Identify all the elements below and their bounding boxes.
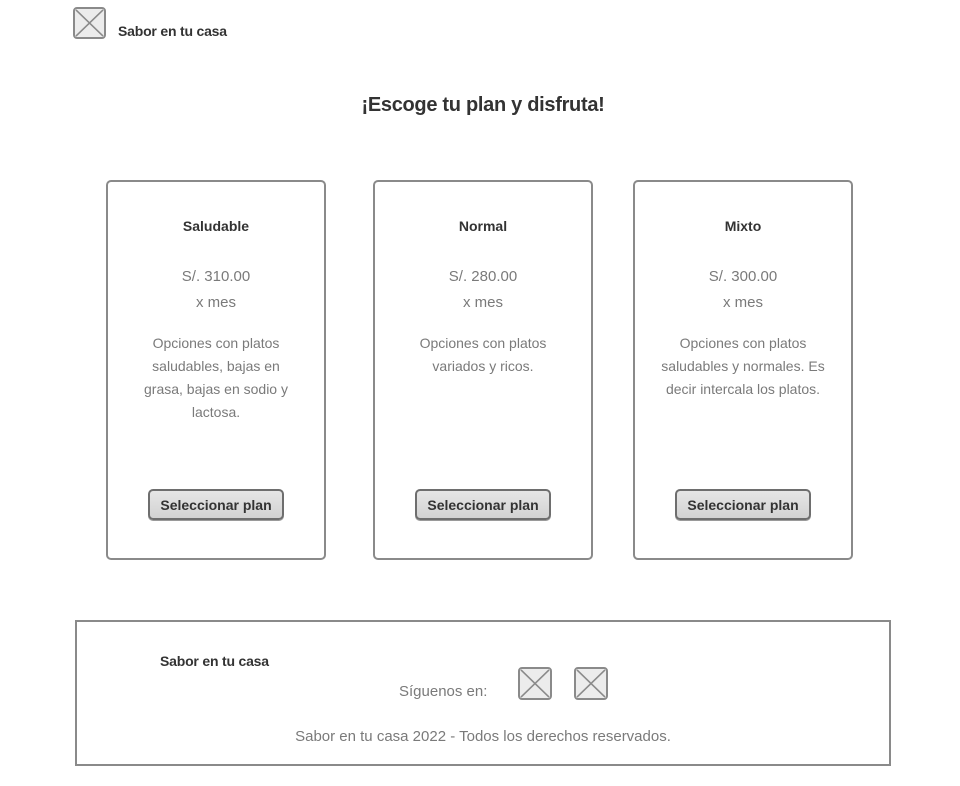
plan-period: x mes xyxy=(195,294,236,311)
footer-brand: Sabor en tu casa xyxy=(160,653,269,669)
plan-price: S/. 280.00 xyxy=(448,268,518,285)
follow-label: Síguenos en: xyxy=(399,683,488,700)
logo-image-placeholder-icon xyxy=(73,7,106,39)
plan-price: S/. 300.00 xyxy=(708,268,778,285)
select-plan-button-mixto[interactable]: Seleccionar plan xyxy=(675,489,811,520)
page-title: ¡Escoge tu plan y disfruta! xyxy=(361,94,605,116)
plan-description: Opciones con platos variados y ricos. xyxy=(419,335,547,374)
footer: Sabor en tu casa Síguenos en: Sabor en t… xyxy=(75,620,891,766)
select-plan-button-normal[interactable]: Seleccionar plan xyxy=(415,489,551,520)
plan-price: S/. 310.00 xyxy=(181,268,251,285)
plan-card-normal: Normal S/. 280.00 x mes Opciones con pla… xyxy=(373,180,593,560)
plan-description: Opciones con platos saludables, bajas en… xyxy=(144,335,288,420)
social-link-2-image-placeholder-icon[interactable] xyxy=(574,667,608,700)
plan-name: Mixto xyxy=(724,218,762,234)
copyright-text: Sabor en tu casa 2022 - Todos los derech… xyxy=(295,728,671,745)
plan-name: Saludable xyxy=(182,218,250,234)
plan-description: Opciones con platos saludables y normale… xyxy=(661,335,825,397)
plan-period: x mes xyxy=(722,294,763,311)
social-link-1-image-placeholder-icon[interactable] xyxy=(518,667,552,700)
plan-name: Normal xyxy=(458,218,508,234)
plan-card-saludable: Saludable S/. 310.00 x mes Opciones con … xyxy=(106,180,326,560)
plan-card-mixto: Mixto S/. 300.00 x mes Opciones con plat… xyxy=(633,180,853,560)
select-plan-button-saludable[interactable]: Seleccionar plan xyxy=(148,489,284,520)
plan-period: x mes xyxy=(462,294,503,311)
brand-name: Sabor en tu casa xyxy=(118,23,227,39)
